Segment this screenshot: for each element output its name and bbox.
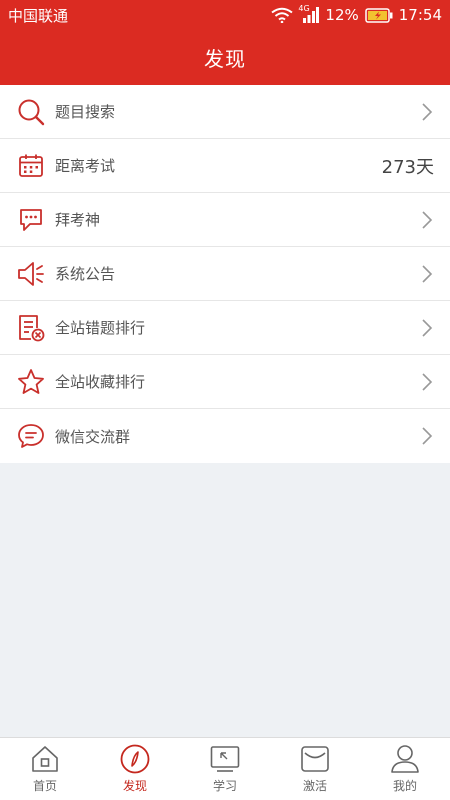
search-icon — [17, 98, 45, 126]
menu-item-label: 微信交流群 — [55, 427, 131, 446]
chevron-right-icon — [422, 427, 433, 445]
clock-time: 17:54 — [398, 6, 442, 24]
home-icon — [30, 744, 60, 774]
tab-study[interactable]: 学习 — [180, 738, 270, 800]
wifi-icon — [271, 7, 294, 23]
menu-item-label: 全站收藏排行 — [55, 373, 146, 391]
chevron-right-icon — [422, 210, 433, 229]
status-bar: 中国联通 4G 12% 17:54 — [0, 0, 450, 30]
envelope-icon — [300, 744, 330, 774]
tab-profile[interactable]: 我的 — [360, 738, 450, 800]
menu-item-label: 拜考神 — [55, 211, 101, 229]
tab-label: 激活 — [302, 779, 327, 793]
battery-icon — [365, 7, 393, 23]
menu-item-exam-god[interactable]: 拜考神 — [0, 193, 450, 247]
status-indicators: 4G 12% 17:54 — [271, 4, 442, 24]
network-type-label: 4G — [298, 4, 310, 13]
tab-activate[interactable]: 激活 — [270, 738, 360, 800]
tab-home[interactable]: 首页 — [0, 738, 90, 800]
calendar-icon — [17, 152, 45, 180]
menu-item-label: 题目搜索 — [55, 103, 116, 121]
page-title: 发现 — [204, 47, 246, 71]
user-icon — [390, 744, 420, 774]
signal-icon: 4G — [298, 4, 320, 23]
menu-item-system-notice[interactable]: 系统公告 — [0, 247, 450, 301]
chevron-right-icon — [422, 102, 433, 121]
wechat-bubble-icon — [17, 422, 45, 450]
menu-item-favorite-ranking[interactable]: 全站收藏排行 — [0, 355, 450, 409]
star-icon — [17, 368, 45, 396]
menu-item-label: 系统公告 — [55, 265, 116, 283]
compass-icon — [120, 744, 150, 774]
menu-item-label: 全站错题排行 — [55, 319, 146, 337]
chat-bubble-icon — [17, 206, 45, 234]
tab-label: 我的 — [392, 779, 417, 793]
bottom-tab-bar: 首页 发现 学习 激活 我的 — [0, 737, 450, 800]
tab-label: 首页 — [32, 779, 57, 793]
exam-countdown-value: 273天 — [381, 156, 434, 178]
menu-item-wrong-ranking[interactable]: 全站错题排行 — [0, 301, 450, 355]
wrong-list-icon — [17, 314, 45, 342]
tab-label: 发现 — [122, 779, 147, 793]
speaker-icon — [17, 260, 45, 288]
battery-percent: 12% — [325, 6, 359, 24]
menu-item-wechat-group[interactable]: 微信交流群 — [0, 409, 450, 463]
app-header: 中国联通 4G 12% 17:54 发现 — [0, 0, 450, 85]
tab-discover[interactable]: 发现 — [90, 738, 180, 800]
carrier-label: 中国联通 — [8, 6, 69, 25]
chevron-right-icon — [422, 264, 433, 283]
menu-item-exam-countdown[interactable]: 距离考试 273天 — [0, 139, 450, 193]
discover-menu-list: 题目搜索 距离考试 273天 拜考神 系统公告 全站错题排行 全站收藏排行 微信… — [0, 85, 450, 463]
monitor-icon — [210, 744, 240, 774]
menu-item-label: 距离考试 — [55, 157, 116, 175]
chevron-right-icon — [422, 318, 433, 337]
tab-label: 学习 — [212, 779, 237, 793]
menu-item-question-search[interactable]: 题目搜索 — [0, 85, 450, 139]
chevron-right-icon — [422, 372, 433, 391]
